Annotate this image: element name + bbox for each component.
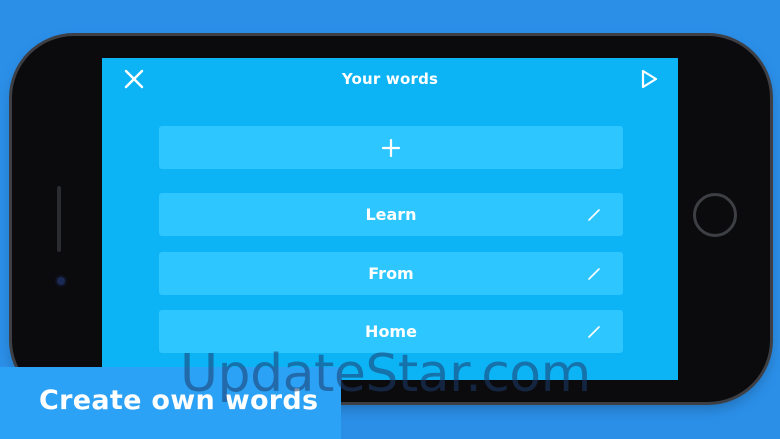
watermark: UpdateStar.com	[180, 344, 591, 404]
list-item-label: From	[368, 264, 414, 283]
list-item-from[interactable]: From	[159, 252, 623, 295]
play-button[interactable]	[638, 68, 660, 90]
app-screen: Your words Learn From Home	[102, 58, 678, 380]
pencil-icon[interactable]	[587, 267, 601, 281]
top-bar: Your words	[102, 58, 678, 100]
pencil-icon[interactable]	[587, 208, 601, 222]
phone-home-button	[693, 193, 737, 237]
phone-camera	[57, 277, 65, 285]
phone-speaker	[57, 186, 61, 252]
page-title: Your words	[341, 70, 439, 88]
pencil-icon[interactable]	[587, 325, 601, 339]
add-word-list-button[interactable]	[159, 126, 623, 169]
list-item-label: Learn	[365, 205, 417, 224]
plus-icon	[381, 138, 401, 158]
play-icon	[641, 69, 658, 89]
list-item-learn[interactable]: Learn	[159, 193, 623, 236]
